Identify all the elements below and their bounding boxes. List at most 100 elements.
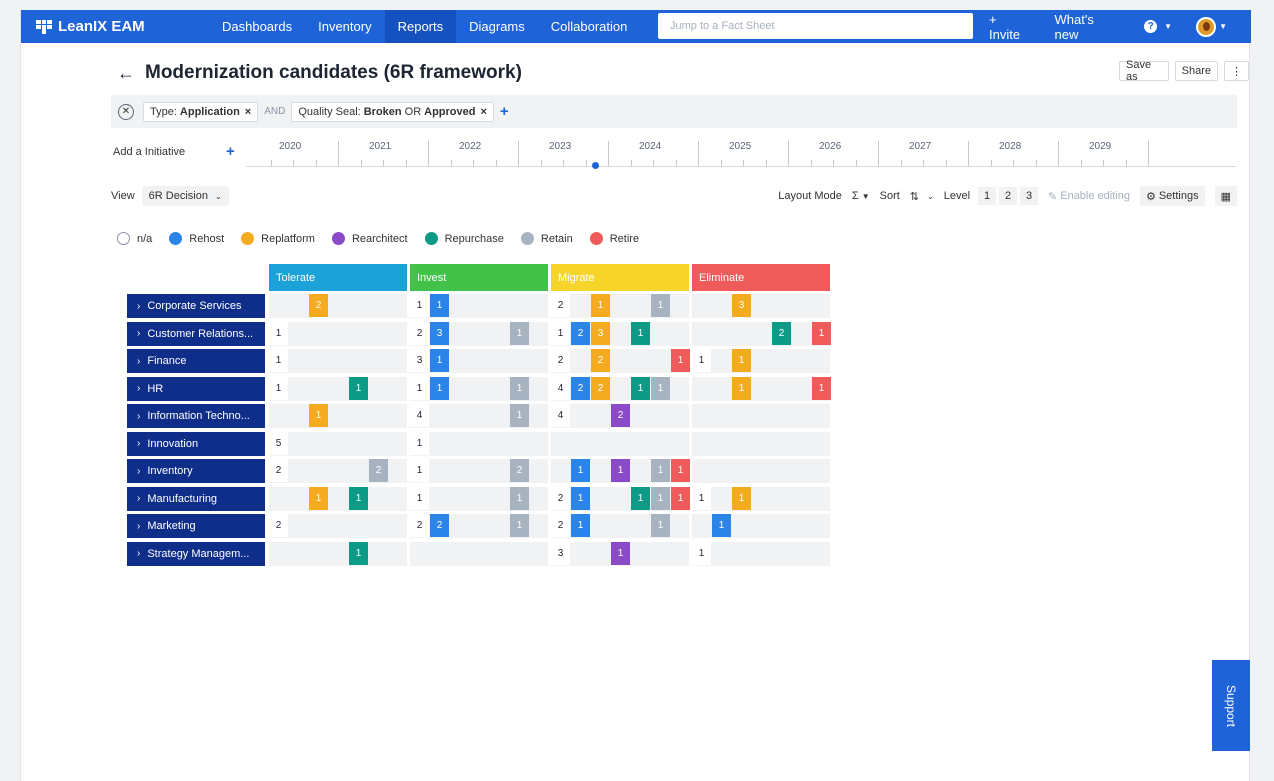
count-marker-rehost[interactable]: 1 (430, 349, 449, 372)
table-view-button[interactable]: ▦ (1214, 186, 1237, 206)
matrix-cell[interactable] (692, 486, 830, 511)
count-marker-rehost[interactable]: 2 (430, 514, 449, 537)
count-marker-na[interactable]: 5 (269, 431, 288, 455)
count-marker-na[interactable]: 1 (410, 459, 429, 482)
row-header[interactable]: › Inventory (127, 459, 265, 483)
filter-chip-type[interactable]: Type: Application × (143, 101, 259, 122)
matrix-cell[interactable] (692, 459, 830, 483)
count-marker-retire[interactable]: 1 (812, 376, 831, 400)
matrix-cell[interactable] (692, 294, 830, 318)
count-marker-na[interactable]: 1 (692, 486, 711, 510)
count-marker-repurchase[interactable]: 2 (772, 321, 791, 345)
count-marker-replatform[interactable]: 1 (732, 376, 751, 400)
view-select[interactable]: 6R Decision ⌄ (141, 186, 229, 206)
matrix-cell[interactable] (692, 376, 830, 401)
column-header-migrate[interactable]: Migrate (551, 264, 689, 291)
row-header[interactable]: › Finance (127, 349, 265, 373)
save-as-button[interactable]: Save as (1119, 59, 1169, 83)
nav-item-diagrams[interactable]: Diagrams (456, 10, 538, 43)
count-marker-retain[interactable]: 1 (510, 514, 529, 537)
matrix-cell[interactable] (269, 431, 407, 456)
matrix-cell[interactable] (551, 431, 689, 456)
clear-filters-icon[interactable]: ✕ (118, 103, 134, 120)
legend-item-na[interactable]: n/a (117, 232, 152, 245)
help-menu[interactable]: ? ▼ (1144, 20, 1172, 33)
invite-button[interactable]: + Invite (989, 12, 1031, 42)
count-marker-rehost[interactable]: 1 (571, 486, 590, 510)
matrix-cell[interactable] (269, 294, 407, 318)
legend-item-replatform[interactable]: Replatform (241, 232, 315, 245)
count-marker-replatform[interactable]: 1 (732, 486, 751, 510)
matrix-cell[interactable] (269, 404, 407, 428)
count-marker-na[interactable]: 4 (410, 404, 429, 427)
user-menu[interactable]: ▼ (1196, 16, 1227, 37)
count-marker-rehost[interactable]: 1 (571, 459, 590, 482)
count-marker-retain[interactable]: 1 (510, 376, 529, 400)
count-marker-replatform[interactable]: 1 (309, 486, 328, 510)
nav-item-dashboards[interactable]: Dashboards (209, 10, 305, 43)
whats-new-link[interactable]: What's new (1055, 12, 1121, 42)
count-marker-rearchitect[interactable]: 1 (611, 541, 630, 565)
count-marker-na[interactable]: 2 (551, 486, 570, 510)
matrix-cell[interactable] (551, 349, 689, 373)
count-marker-retain[interactable]: 1 (651, 376, 670, 400)
support-button[interactable]: Support (1212, 660, 1250, 751)
nav-item-inventory[interactable]: Inventory (305, 10, 384, 43)
count-marker-rearchitect[interactable]: 1 (611, 459, 630, 482)
count-marker-rehost[interactable]: 3 (430, 321, 449, 345)
add-filter-button[interactable]: + (500, 103, 509, 120)
matrix-cell[interactable] (692, 321, 830, 346)
count-marker-rehost[interactable]: 1 (430, 294, 449, 317)
matrix-cell[interactable] (269, 514, 407, 538)
legend-item-rehost[interactable]: Rehost (169, 232, 224, 245)
count-marker-na[interactable]: 3 (410, 349, 429, 372)
count-marker-replatform[interactable]: 1 (309, 404, 328, 427)
count-marker-rehost[interactable]: 1 (712, 514, 731, 537)
count-marker-na[interactable]: 2 (551, 514, 570, 537)
count-marker-rehost[interactable]: 1 (571, 514, 590, 537)
count-marker-na[interactable]: 1 (269, 376, 288, 400)
filter-chip-quality-seal[interactable]: Quality Seal: Broken OR Approved × (291, 101, 494, 122)
settings-button[interactable]: ⚙ Settings (1139, 186, 1205, 206)
count-marker-retain[interactable]: 1 (510, 321, 529, 345)
row-header[interactable]: › Strategy Managem... (127, 541, 265, 566)
count-marker-replatform[interactable]: 3 (591, 321, 610, 345)
nav-item-reports[interactable]: Reports (384, 10, 457, 43)
matrix-cell[interactable] (692, 349, 830, 373)
count-marker-na[interactable]: 1 (551, 321, 570, 345)
count-marker-replatform[interactable]: 2 (591, 349, 610, 372)
count-marker-na[interactable]: 1 (410, 486, 429, 510)
enable-editing-button[interactable]: ✎ Enable editing (1048, 190, 1130, 203)
row-header[interactable]: › Manufacturing (127, 486, 265, 511)
count-marker-retain[interactable]: 1 (651, 459, 670, 482)
brand[interactable]: LeanIX EAM (21, 18, 209, 35)
count-marker-repurchase[interactable]: 1 (349, 486, 368, 510)
row-header[interactable]: › HR (127, 376, 265, 401)
count-marker-na[interactable]: 1 (269, 349, 288, 372)
count-marker-retire[interactable]: 1 (671, 349, 690, 372)
matrix-cell[interactable] (269, 349, 407, 373)
nav-item-collaboration[interactable]: Collaboration (538, 10, 641, 43)
count-marker-repurchase[interactable]: 1 (631, 321, 650, 345)
row-header[interactable]: › Innovation (127, 431, 265, 456)
count-marker-na[interactable]: 2 (269, 459, 288, 482)
remove-filter-icon[interactable]: × (480, 106, 486, 118)
count-marker-retain[interactable]: 1 (510, 404, 529, 427)
count-marker-retain[interactable]: 1 (651, 486, 670, 510)
count-marker-na[interactable]: 1 (410, 294, 429, 317)
more-options-button[interactable]: ⋮ (1224, 61, 1249, 81)
count-marker-rehost[interactable]: 1 (430, 376, 449, 400)
count-marker-na[interactable]: 4 (551, 404, 570, 427)
matrix-cell[interactable] (269, 541, 407, 566)
column-header-invest[interactable]: Invest (410, 264, 548, 291)
count-marker-na[interactable]: 1 (410, 376, 429, 400)
count-marker-na[interactable]: 1 (269, 321, 288, 345)
count-marker-replatform[interactable]: 1 (591, 294, 610, 317)
count-marker-rearchitect[interactable]: 2 (611, 404, 630, 427)
level-1-button[interactable]: 1 (978, 187, 997, 205)
matrix-cell[interactable] (269, 376, 407, 401)
count-marker-na[interactable]: 3 (551, 541, 570, 565)
jump-search-input[interactable]: Jump to a Fact Sheet (658, 13, 973, 39)
row-header[interactable]: › Customer Relations... (127, 321, 265, 346)
matrix-cell[interactable] (410, 541, 548, 566)
